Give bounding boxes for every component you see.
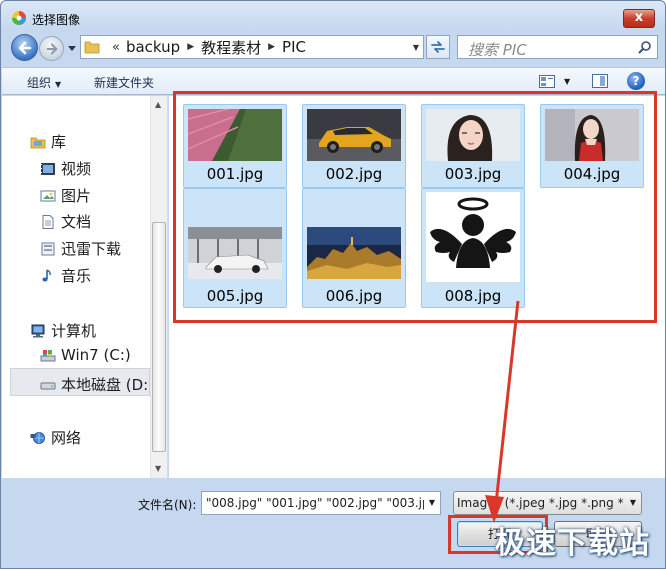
annotation-arrow (485, 300, 520, 523)
file-open-dialog: 选择图像 x « backup ▶ 教程素材 ▶ PIC ▼ 搜索 PIC 组织… (0, 0, 666, 569)
watermark-text: 极速下载站 (495, 526, 650, 561)
